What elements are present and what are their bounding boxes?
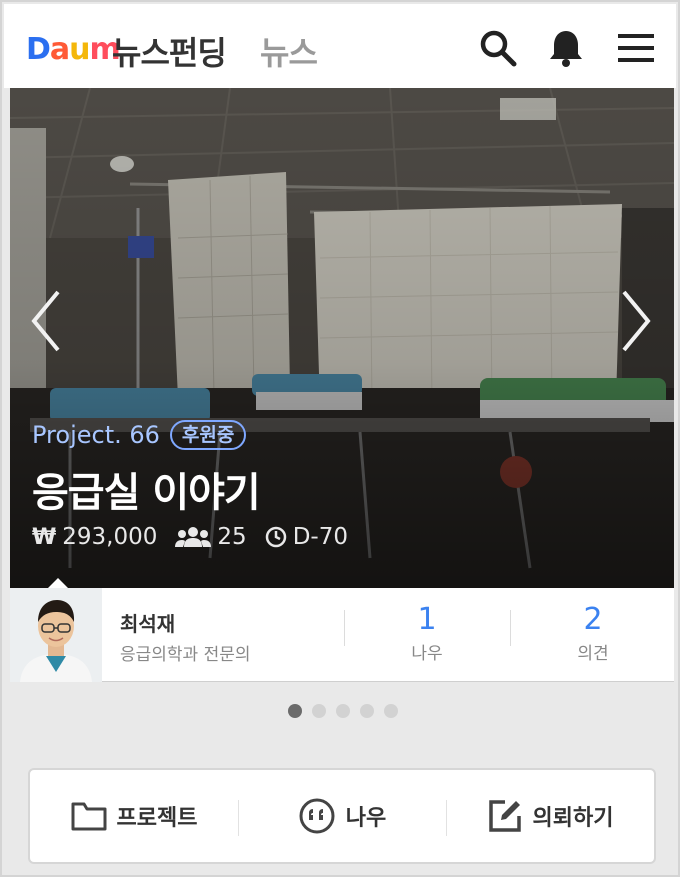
author-role: 응급의학과 전문의: [120, 645, 251, 665]
section-title[interactable]: 뉴스: [260, 28, 318, 74]
funding-amount: ₩ 293,000: [32, 524, 157, 550]
supporter-count: 25: [175, 524, 247, 550]
days-left: D-70: [265, 524, 348, 550]
logo-letter: D: [26, 32, 51, 67]
folder-icon: [71, 801, 107, 831]
logo-letter: u: [69, 32, 90, 67]
supporter-count-value: 25: [217, 524, 247, 550]
pointer-arrow: [48, 578, 68, 588]
carousel-prev-button[interactable]: [26, 286, 66, 356]
opinion-count[interactable]: 2 의견: [518, 602, 668, 664]
clock-icon: [265, 526, 287, 548]
hero-banner[interactable]: Project. 66 후원중 응급실 이야기 ₩ 293,000 25 D-7…: [10, 88, 674, 588]
avatar[interactable]: [10, 588, 102, 682]
carousel-indicators: [288, 704, 408, 718]
menu-button[interactable]: [614, 26, 658, 70]
carousel-dot[interactable]: [384, 704, 398, 718]
projects-button[interactable]: 프로젝트: [30, 770, 238, 862]
carousel-dot[interactable]: [288, 704, 302, 718]
project-stats: ₩ 293,000 25 D-70: [32, 524, 366, 550]
app-header: Daum 뉴스펀딩 뉴스: [4, 4, 676, 88]
divider: [510, 610, 511, 646]
projects-button-label: 프로젝트: [116, 806, 198, 831]
bell-icon: [550, 31, 582, 67]
project-number: Project. 66: [32, 421, 160, 449]
logo-letter: a: [49, 32, 70, 67]
notification-button[interactable]: [544, 26, 588, 70]
page-frame: Daum 뉴스펀딩 뉴스 Project. 66 후원중 응급실 이야기 ₩ 2…: [0, 0, 680, 877]
project-line: Project. 66 후원중: [32, 420, 247, 450]
status-badge: 후원중: [169, 420, 247, 450]
now-count[interactable]: 1 나우: [352, 602, 502, 664]
daum-logo[interactable]: Daum: [26, 32, 121, 67]
now-button-label: 나우: [345, 806, 387, 831]
service-title[interactable]: 뉴스펀딩: [112, 28, 227, 74]
author-name[interactable]: 최석재: [120, 608, 175, 637]
days-left-value: D-70: [292, 524, 348, 550]
people-icon: [175, 526, 212, 548]
now-count-value: 1: [417, 602, 437, 637]
author-panel: 최석재 응급의학과 전문의 1 나우 2 의견: [10, 578, 674, 682]
carousel-next-button[interactable]: [616, 286, 656, 356]
carousel-dot[interactable]: [312, 704, 326, 718]
divider: [344, 610, 345, 646]
now-button[interactable]: 나우: [238, 770, 446, 862]
won-currency-icon: ₩: [32, 524, 57, 550]
search-button[interactable]: [476, 26, 520, 70]
hamburger-menu-icon: [618, 34, 654, 62]
chevron-left-icon: [31, 290, 60, 352]
search-icon: [480, 30, 517, 67]
funding-amount-value: 293,000: [62, 524, 158, 550]
action-bar: 프로젝트 나우 의뢰하기: [28, 768, 656, 864]
carousel-dot[interactable]: [336, 704, 350, 718]
opinion-count-label: 의견: [577, 644, 609, 664]
request-button-label: 의뢰하기: [532, 806, 614, 831]
request-button[interactable]: 의뢰하기: [446, 770, 654, 862]
now-count-label: 나우: [411, 644, 443, 664]
carousel-dot[interactable]: [360, 704, 374, 718]
quote-bubble-icon: [298, 797, 336, 835]
project-title[interactable]: 응급실 이야기: [32, 460, 261, 518]
opinion-count-value: 2: [583, 602, 603, 637]
edit-icon: [487, 798, 523, 834]
chevron-right-icon: [622, 290, 651, 352]
